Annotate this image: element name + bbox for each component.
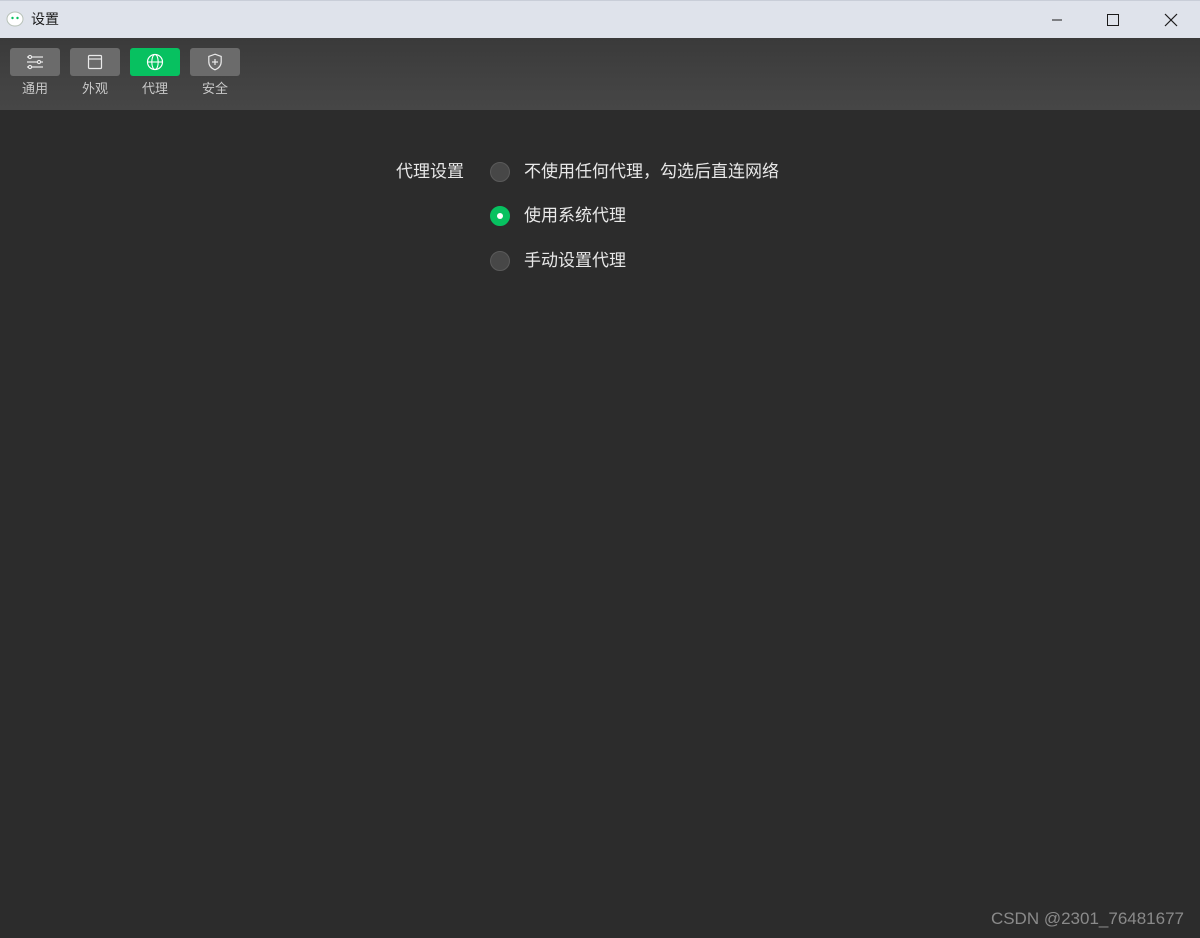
radio-option-system-proxy[interactable]: 使用系统代理 xyxy=(490,205,626,227)
close-button[interactable] xyxy=(1143,1,1199,38)
minimize-icon xyxy=(1052,19,1062,20)
shield-icon xyxy=(208,53,222,71)
radio-option-manual-proxy[interactable]: 手动设置代理 xyxy=(490,250,626,272)
radio-label-no-proxy: 不使用任何代理，勾选后直连网络 xyxy=(524,162,779,182)
window-title: 设置 xyxy=(31,12,59,28)
radio-button-system-proxy[interactable] xyxy=(490,206,510,226)
globe-icon xyxy=(146,53,164,71)
tab-appearance[interactable]: 外观 xyxy=(70,48,120,102)
tab-proxy-button[interactable] xyxy=(130,48,180,76)
window-icon xyxy=(87,54,103,70)
maximize-button[interactable] xyxy=(1085,1,1141,38)
proxy-settings-panel: 代理设置 不使用任何代理，勾选后直连网络 使用系统代理 手动设置代理 CSDN … xyxy=(0,110,1200,938)
tab-general-label: 通用 xyxy=(21,82,48,97)
watermark-text: CSDN @2301_76481677 xyxy=(990,909,1184,928)
maximize-icon xyxy=(1107,13,1119,26)
proxy-settings-label: 代理设置 xyxy=(396,162,464,182)
tab-proxy-label: 代理 xyxy=(141,82,168,97)
radio-button-manual-proxy[interactable] xyxy=(490,251,510,271)
tab-appearance-label: 外观 xyxy=(81,82,108,97)
sliders-icon xyxy=(27,54,43,70)
radio-label-system-proxy: 使用系统代理 xyxy=(524,206,626,226)
tab-security[interactable]: 安全 xyxy=(190,48,240,102)
tab-security-button[interactable] xyxy=(190,48,240,76)
tab-appearance-button[interactable] xyxy=(70,48,120,76)
minimize-button[interactable] xyxy=(1029,1,1085,38)
tab-proxy[interactable]: 代理 xyxy=(130,48,180,102)
settings-toolbar: 通用 外观 代理 安全 xyxy=(0,38,1200,110)
app-logo-icon xyxy=(6,11,24,27)
close-icon xyxy=(1164,13,1178,26)
tab-general-button[interactable] xyxy=(10,48,60,76)
tab-general[interactable]: 通用 xyxy=(10,48,60,102)
tab-security-label: 安全 xyxy=(201,82,228,97)
radio-label-manual-proxy: 手动设置代理 xyxy=(524,251,626,271)
radio-button-no-proxy[interactable] xyxy=(490,162,510,182)
settings-window: 设置 通用 外观 代理 安全 代理设置 不使用任何代理，勾选后直连网络 使用系统… xyxy=(0,0,1200,938)
radio-option-no-proxy[interactable]: 不使用任何代理，勾选后直连网络 xyxy=(490,161,779,183)
title-bar: 设置 xyxy=(0,0,1200,38)
